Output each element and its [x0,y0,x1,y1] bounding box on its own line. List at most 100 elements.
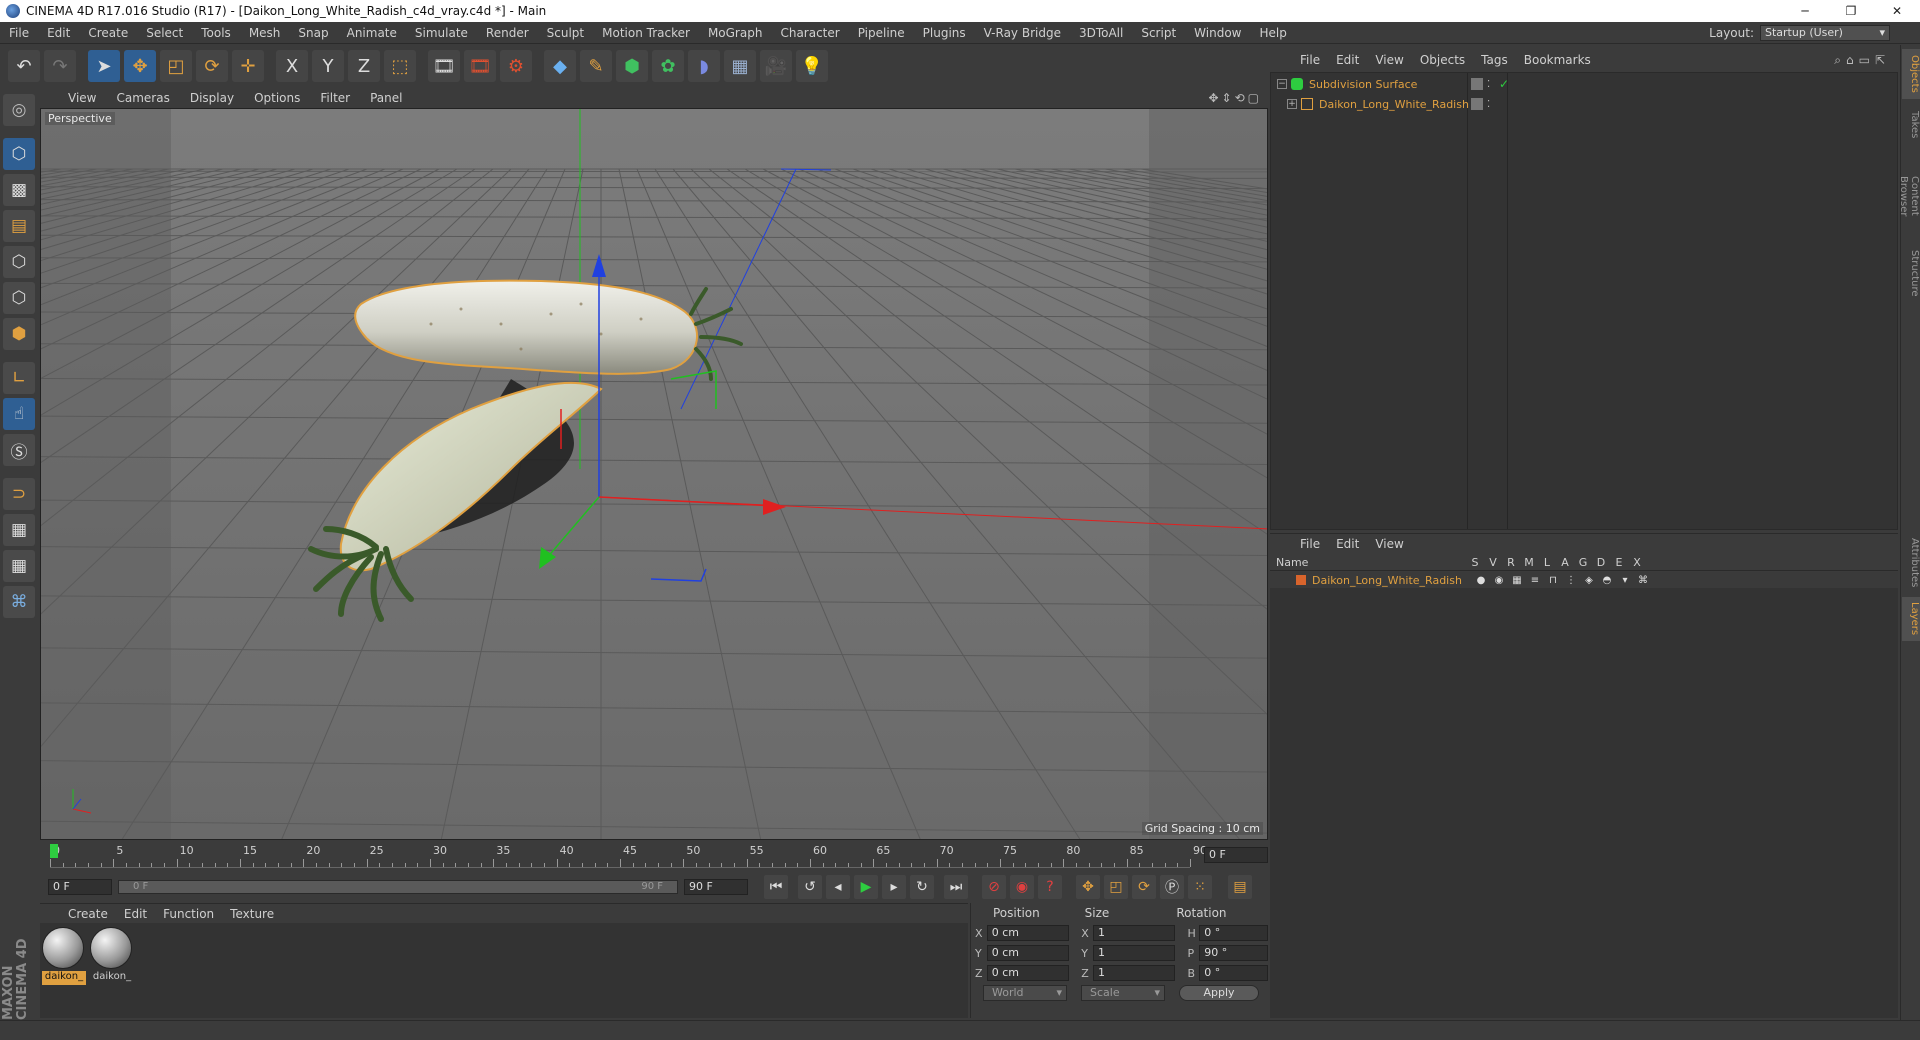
undo-icon[interactable]: ↶ [8,50,40,82]
generator-icon[interactable]: ◈ [1580,575,1598,586]
object-menu-file[interactable]: File [1292,53,1328,67]
key-point-level-icon[interactable]: ⁙ [1188,875,1212,899]
material-manager-area[interactable]: daikon_ daikon_ [40,923,968,1018]
tweak-mode-icon[interactable]: ☝ [3,398,35,430]
next-frame-icon[interactable]: ▸ [882,875,906,899]
planar-workplane-icon[interactable]: ▦ [3,550,35,582]
object-menu-edit[interactable]: Edit [1328,53,1367,67]
timeline-playhead[interactable] [50,844,58,858]
object-menu-objects[interactable]: Objects [1412,53,1473,67]
expand-toggle[interactable]: − [1277,79,1287,89]
menu-select[interactable]: Select [137,22,192,44]
menu-file[interactable]: File [0,22,38,44]
object-manager-toolbar-icons[interactable]: ⌕⌂▭⇱ [1834,53,1890,68]
tab-structure[interactable]: Structure [1902,245,1920,301]
timeline-ruler[interactable]: 051015202530354045505560657075808590 [50,844,1207,868]
object-list[interactable]: − Subdivision Surface ⁚ ✓ + Daikon_Long_… [1270,72,1898,530]
close-button[interactable]: ✕ [1874,0,1920,22]
magnet-icon[interactable]: ⊃ [3,478,35,510]
python-icon[interactable]: ⌘ [3,586,35,618]
layer-menu-file[interactable]: File [1292,537,1328,551]
rotation-h-field[interactable]: 0 ° [1199,925,1268,941]
scale-icon[interactable]: ◰ [160,50,192,82]
object-menu-view[interactable]: View [1367,53,1411,67]
polygons-mode-icon[interactable]: ⬢ [3,318,35,350]
coordinate-system-icon[interactable]: ⬚ [384,50,416,82]
key-scale-icon[interactable]: ◰ [1104,875,1128,899]
material-swatch[interactable]: daikon_ [42,927,86,985]
tab-takes[interactable]: Takes [1902,105,1920,145]
tab-content-browser[interactable]: Content Browser [1898,151,1920,241]
menu-edit[interactable]: Edit [38,22,79,44]
render-picture-viewer-icon[interactable]: 🎞 [464,50,496,82]
rotate-icon[interactable]: ⟳ [196,50,228,82]
layer-menu-edit[interactable]: Edit [1328,537,1367,551]
lock-workplane-icon[interactable]: ▦ [3,514,35,546]
position-y-field[interactable]: 0 cm [986,945,1070,961]
view-eye-icon[interactable]: ◉ [1490,575,1508,586]
cloner-icon[interactable]: ✿ [652,50,684,82]
deformer-icon[interactable]: ◗ [688,50,720,82]
viewport-menu-cameras[interactable]: Cameras [106,91,179,105]
menu-window[interactable]: Window [1185,22,1250,44]
x-axis-icon[interactable]: X [276,50,308,82]
menu-simulate[interactable]: Simulate [406,22,477,44]
viewport-menu-options[interactable]: Options [244,91,310,105]
z-axis-icon[interactable]: Z [348,50,380,82]
restore-button[interactable]: ❐ [1828,0,1874,22]
object-row-daikon[interactable]: + Daikon_Long_White_Radish ⁚ [1271,95,1897,113]
play-icon[interactable]: ▶ [854,875,878,899]
timeline[interactable]: 051015202530354045505560657075808590 0 F [40,842,1268,872]
menu-snap[interactable]: Snap [289,22,337,44]
move-icon[interactable]: ✥ [124,50,156,82]
layer-list[interactable]: Daikon_Long_White_Radish ● ◉ ▦ ≡ ⊓ ⋮ ◈ ◓… [1270,572,1898,1018]
animation-icon[interactable]: ⋮ [1562,575,1580,586]
position-x-field[interactable]: 0 cm [986,925,1070,941]
points-mode-icon[interactable]: ⬡ [3,246,35,278]
expression-icon[interactable]: ▾ [1616,575,1634,586]
object-menu-bookmarks[interactable]: Bookmarks [1516,53,1599,67]
subdivision-icon[interactable]: ⬢ [616,50,648,82]
visibility-dots-icon[interactable]: ⁚ [1487,99,1497,110]
layout-dropdown[interactable]: Startup (User) [1760,24,1890,41]
minimize-button[interactable]: ─ [1782,0,1828,22]
workplane-icon[interactable]: ▤ [3,210,35,242]
viewport-menu-filter[interactable]: Filter [310,91,360,105]
start-frame-field[interactable]: 0 F [48,879,112,895]
expand-toggle[interactable]: + [1287,99,1297,109]
material-menu-function[interactable]: Function [155,907,222,921]
preview-range-slider[interactable]: 0 F 90 F [118,880,678,894]
material-menu-edit[interactable]: Edit [116,907,155,921]
menu-mograph[interactable]: MoGraph [699,22,772,44]
tab-attributes[interactable]: Attributes [1902,533,1920,593]
redo-icon[interactable]: ↷ [44,50,76,82]
viewport-menu-display[interactable]: Display [180,91,244,105]
pen-spline-icon[interactable]: ✎ [580,50,612,82]
size-y-field[interactable]: 1 [1093,945,1176,961]
tab-layers[interactable]: Layers [1902,597,1920,641]
current-frame-field[interactable]: 0 F [1204,847,1268,863]
next-key-icon[interactable]: ↻ [910,875,934,899]
object-row-subdivision-surface[interactable]: − Subdivision Surface ⁚ ✓ [1271,75,1897,93]
key-parameter-icon[interactable]: Ⓟ [1160,875,1184,899]
object-name[interactable]: Subdivision Surface [1309,78,1417,91]
menu-help[interactable]: Help [1250,22,1295,44]
menu-plugins[interactable]: Plugins [914,22,975,44]
viewport-menu-view[interactable]: View [58,91,106,105]
layer-color-swatch[interactable] [1296,575,1306,585]
end-frame-field[interactable]: 90 F [684,879,748,895]
record-keys-icon[interactable]: ⊘ [982,875,1006,899]
timeline-window-icon[interactable]: ▤ [1228,875,1252,899]
floor-icon[interactable]: ▦ [724,50,756,82]
size-z-field[interactable]: 1 [1093,965,1176,981]
menu-create[interactable]: Create [79,22,137,44]
edit-render-settings-icon[interactable]: ⚙ [500,50,532,82]
apply-button[interactable]: Apply [1179,985,1259,1001]
viewport-nav-icons[interactable]: ✥⇕⟲▢ [1208,91,1262,105]
viewport-menu-panel[interactable]: Panel [360,91,412,105]
menu-mesh[interactable]: Mesh [240,22,290,44]
position-z-field[interactable]: 0 cm [986,965,1070,981]
auto-keying-icon[interactable]: ◉ [1010,875,1034,899]
menu-render[interactable]: Render [477,22,538,44]
perspective-viewport[interactable]: Perspective Grid Spacing : 10 cm [40,108,1268,840]
